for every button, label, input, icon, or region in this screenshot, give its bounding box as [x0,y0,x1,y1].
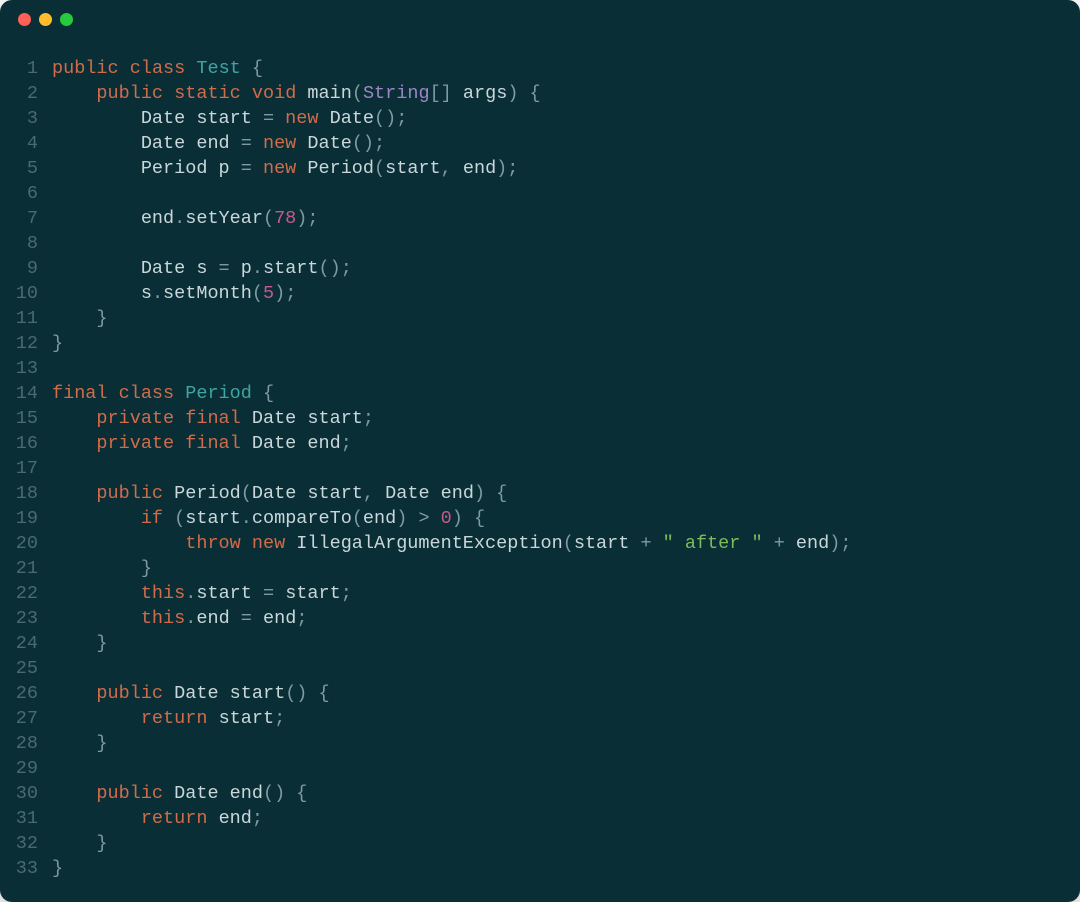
code-line[interactable]: 16 private final Date end; [0,431,1080,456]
code-line[interactable]: 25 [0,656,1080,681]
code-content[interactable]: } [52,331,63,356]
code-content[interactable]: private final Date start; [52,406,374,431]
code-line[interactable]: 7 end.setYear(78); [0,206,1080,231]
code-line[interactable]: 3 Date start = new Date(); [0,106,1080,131]
code-line[interactable]: 19 if (start.compareTo(end) > 0) { [0,506,1080,531]
code-line[interactable]: 2 public static void main(String[] args)… [0,81,1080,106]
code-content[interactable]: } [52,306,108,331]
code-content[interactable]: public Period(Date start, Date end) { [52,481,507,506]
line-number: 21 [0,556,52,581]
code-content[interactable]: private final Date end; [52,431,352,456]
close-icon[interactable] [18,13,31,26]
line-number: 9 [0,256,52,281]
code-line[interactable]: 15 private final Date start; [0,406,1080,431]
code-line[interactable]: 5 Period p = new Period(start, end); [0,156,1080,181]
line-number: 13 [0,356,52,381]
line-number: 19 [0,506,52,531]
code-content[interactable]: this.start = start; [52,581,352,606]
line-number: 24 [0,631,52,656]
code-content[interactable]: throw new IllegalArgumentException(start… [52,531,851,556]
code-line[interactable]: 23 this.end = end; [0,606,1080,631]
line-number: 17 [0,456,52,481]
code-content[interactable]: final class Period { [52,381,274,406]
line-number: 26 [0,681,52,706]
code-line[interactable]: 17 [0,456,1080,481]
code-line[interactable]: 4 Date end = new Date(); [0,131,1080,156]
line-number: 31 [0,806,52,831]
code-content[interactable]: Date s = p.start(); [52,256,352,281]
line-number: 7 [0,206,52,231]
code-line[interactable]: 13 [0,356,1080,381]
line-number: 25 [0,656,52,681]
code-content[interactable]: Date end = new Date(); [52,131,385,156]
code-window: 1public class Test {2 public static void… [0,0,1080,902]
line-number: 30 [0,781,52,806]
line-number: 12 [0,331,52,356]
code-line[interactable]: 1public class Test { [0,56,1080,81]
line-number: 28 [0,731,52,756]
line-number: 2 [0,81,52,106]
code-line[interactable]: 26 public Date start() { [0,681,1080,706]
code-line[interactable]: 20 throw new IllegalArgumentException(st… [0,531,1080,556]
line-number: 15 [0,406,52,431]
line-number: 27 [0,706,52,731]
line-number: 4 [0,131,52,156]
code-line[interactable]: 28 } [0,731,1080,756]
code-content[interactable]: return end; [52,806,263,831]
line-number: 10 [0,281,52,306]
code-content[interactable]: s.setMonth(5); [52,281,296,306]
code-content[interactable]: this.end = end; [52,606,307,631]
code-content[interactable]: public static void main(String[] args) { [52,81,541,106]
line-number: 6 [0,181,52,206]
line-number: 3 [0,106,52,131]
code-content[interactable]: } [52,856,63,881]
line-number: 16 [0,431,52,456]
code-line[interactable]: 14final class Period { [0,381,1080,406]
code-content[interactable]: } [52,631,108,656]
code-content[interactable]: public Date start() { [52,681,330,706]
code-line[interactable]: 18 public Period(Date start, Date end) { [0,481,1080,506]
code-content[interactable]: public Date end() { [52,781,307,806]
line-number: 20 [0,531,52,556]
code-line[interactable]: 24 } [0,631,1080,656]
code-line[interactable]: 10 s.setMonth(5); [0,281,1080,306]
code-content[interactable]: } [52,556,152,581]
line-number: 23 [0,606,52,631]
line-number: 33 [0,856,52,881]
code-line[interactable]: 22 this.start = start; [0,581,1080,606]
code-line[interactable]: 27 return start; [0,706,1080,731]
code-line[interactable]: 11 } [0,306,1080,331]
line-number: 18 [0,481,52,506]
line-number: 1 [0,56,52,81]
code-content[interactable]: public class Test { [52,56,263,81]
code-line[interactable]: 21 } [0,556,1080,581]
window-titlebar [0,0,1080,38]
code-line[interactable]: 31 return end; [0,806,1080,831]
code-line[interactable]: 6 [0,181,1080,206]
code-line[interactable]: 8 [0,231,1080,256]
code-line[interactable]: 29 [0,756,1080,781]
line-number: 11 [0,306,52,331]
line-number: 5 [0,156,52,181]
code-content[interactable]: end.setYear(78); [52,206,319,231]
code-content[interactable]: } [52,731,108,756]
line-number: 14 [0,381,52,406]
code-content[interactable]: if (start.compareTo(end) > 0) { [52,506,485,531]
line-number: 32 [0,831,52,856]
code-content[interactable]: Period p = new Period(start, end); [52,156,518,181]
code-editor[interactable]: 1public class Test {2 public static void… [0,38,1080,902]
code-line[interactable]: 9 Date s = p.start(); [0,256,1080,281]
code-line[interactable]: 33} [0,856,1080,881]
minimize-icon[interactable] [39,13,52,26]
code-line[interactable]: 32 } [0,831,1080,856]
code-content[interactable]: } [52,831,108,856]
zoom-icon[interactable] [60,13,73,26]
code-content[interactable]: return start; [52,706,285,731]
code-line[interactable]: 12} [0,331,1080,356]
code-content[interactable]: Date start = new Date(); [52,106,407,131]
line-number: 22 [0,581,52,606]
line-number: 29 [0,756,52,781]
line-number: 8 [0,231,52,256]
code-line[interactable]: 30 public Date end() { [0,781,1080,806]
